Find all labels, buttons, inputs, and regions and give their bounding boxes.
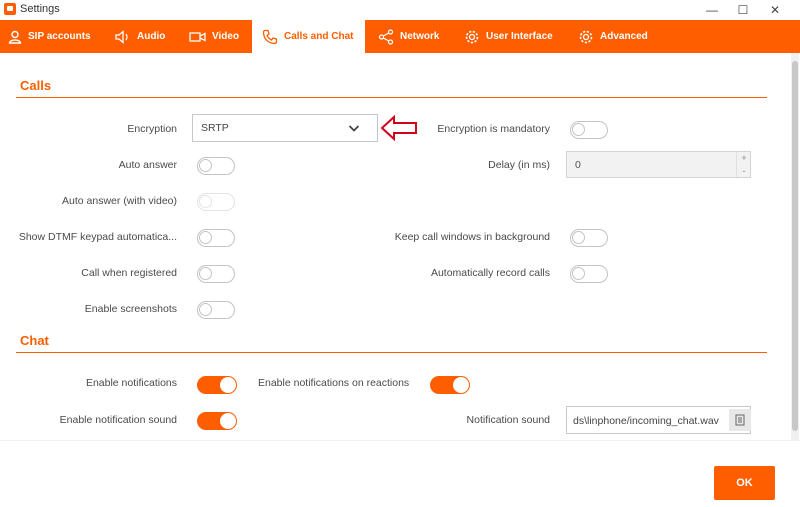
auto-record-toggle[interactable] xyxy=(570,265,608,283)
call-when-registered-toggle[interactable] xyxy=(197,265,235,283)
close-button[interactable]: ✕ xyxy=(760,0,790,20)
call-when-registered-label: Call when registered xyxy=(81,267,177,279)
gear-icon xyxy=(465,30,479,43)
tab-audio[interactable]: Audio xyxy=(115,20,165,53)
scrollbar-thumb[interactable] xyxy=(792,61,798,431)
tab-advanced[interactable]: Advanced xyxy=(578,20,648,53)
tab-label: SIP accounts xyxy=(28,31,91,42)
delay-value: 0 xyxy=(575,159,581,171)
browse-file-button[interactable] xyxy=(729,409,751,431)
tab-label: Calls and Chat xyxy=(284,31,354,42)
auto-answer-label: Auto answer xyxy=(118,159,177,171)
title-bar: Settings — ☐ ✕ xyxy=(0,0,800,20)
enable-notifications-label: Enable notifications xyxy=(85,377,177,389)
encryption-mandatory-toggle[interactable] xyxy=(570,121,608,139)
tab-label: Video xyxy=(212,31,240,42)
show-dtmf-toggle[interactable] xyxy=(197,229,235,247)
tab-network[interactable]: Network xyxy=(378,20,439,53)
delay-spinbox[interactable]: 0 + - xyxy=(566,151,751,178)
annotation-arrow-icon xyxy=(380,115,417,141)
user-icon xyxy=(8,30,22,44)
enable-screenshots-label: Enable screenshots xyxy=(84,303,177,315)
notification-sound-label: Notification sound xyxy=(466,414,550,426)
keep-windows-toggle[interactable] xyxy=(570,229,608,247)
tab-calls-and-chat[interactable]: Calls and Chat xyxy=(252,20,365,53)
keep-windows-label: Keep call windows in background xyxy=(394,231,550,243)
tab-video[interactable]: Video xyxy=(189,20,239,53)
app-logo-icon xyxy=(4,3,16,15)
auto-answer-video-label: Auto answer (with video) xyxy=(62,195,177,207)
minimize-button[interactable]: — xyxy=(697,0,727,20)
enable-notifications-toggle[interactable] xyxy=(197,375,237,394)
encryption-mandatory-label: Encryption is mandatory xyxy=(437,123,550,135)
encryption-value: SRTP xyxy=(201,122,229,134)
ok-button[interactable]: OK xyxy=(714,466,775,500)
speaker-icon xyxy=(115,29,128,44)
tab-label: User Interface xyxy=(486,31,553,42)
encryption-label: Encryption xyxy=(127,123,177,135)
auto-answer-toggle[interactable] xyxy=(197,157,235,175)
window-title: Settings xyxy=(20,3,60,15)
tab-bar: SIP accounts Audio Video Calls and Chat … xyxy=(0,20,800,53)
section-title-chat: Chat xyxy=(20,333,49,348)
encryption-select[interactable]: SRTP xyxy=(192,114,378,142)
file-browse-icon xyxy=(735,414,745,426)
footer-bar xyxy=(0,440,800,507)
share-icon xyxy=(378,28,394,45)
enable-notifications-reactions-label: Enable notifications on reactions xyxy=(258,377,410,389)
notification-sound-path: ds\linphone/incoming_chat.wav xyxy=(573,415,719,427)
phone-icon xyxy=(262,29,278,44)
gear-icon xyxy=(579,30,593,43)
section-title-calls: Calls xyxy=(20,78,52,93)
tab-label: Advanced xyxy=(600,31,648,42)
enable-notifications-reactions-toggle[interactable] xyxy=(430,375,470,394)
delay-label: Delay (in ms) xyxy=(488,159,550,171)
tab-label: Network xyxy=(400,31,440,42)
tab-label: Audio xyxy=(137,31,166,42)
camera-icon xyxy=(189,31,206,42)
enable-screenshots-toggle[interactable] xyxy=(197,301,235,319)
maximize-button[interactable]: ☐ xyxy=(728,0,758,20)
enable-notification-sound-toggle[interactable] xyxy=(197,411,237,430)
section-divider xyxy=(16,97,767,98)
show-dtmf-label: Show DTMF keypad automatica... xyxy=(18,231,177,243)
vertical-scrollbar[interactable] xyxy=(791,53,799,440)
tab-user-interface[interactable]: User Interface xyxy=(464,20,553,53)
decrement-button[interactable]: - xyxy=(737,165,751,177)
auto-record-label: Automatically record calls xyxy=(430,267,550,279)
tab-sip-accounts[interactable]: SIP accounts xyxy=(8,20,91,53)
enable-notification-sound-label: Enable notification sound xyxy=(59,414,177,426)
auto-answer-video-toggle[interactable] xyxy=(197,193,235,211)
chevron-down-icon xyxy=(348,125,360,132)
increment-button[interactable]: + xyxy=(737,152,751,164)
notification-sound-field[interactable]: ds\linphone/incoming_chat.wav xyxy=(566,406,751,434)
section-divider xyxy=(16,352,767,353)
